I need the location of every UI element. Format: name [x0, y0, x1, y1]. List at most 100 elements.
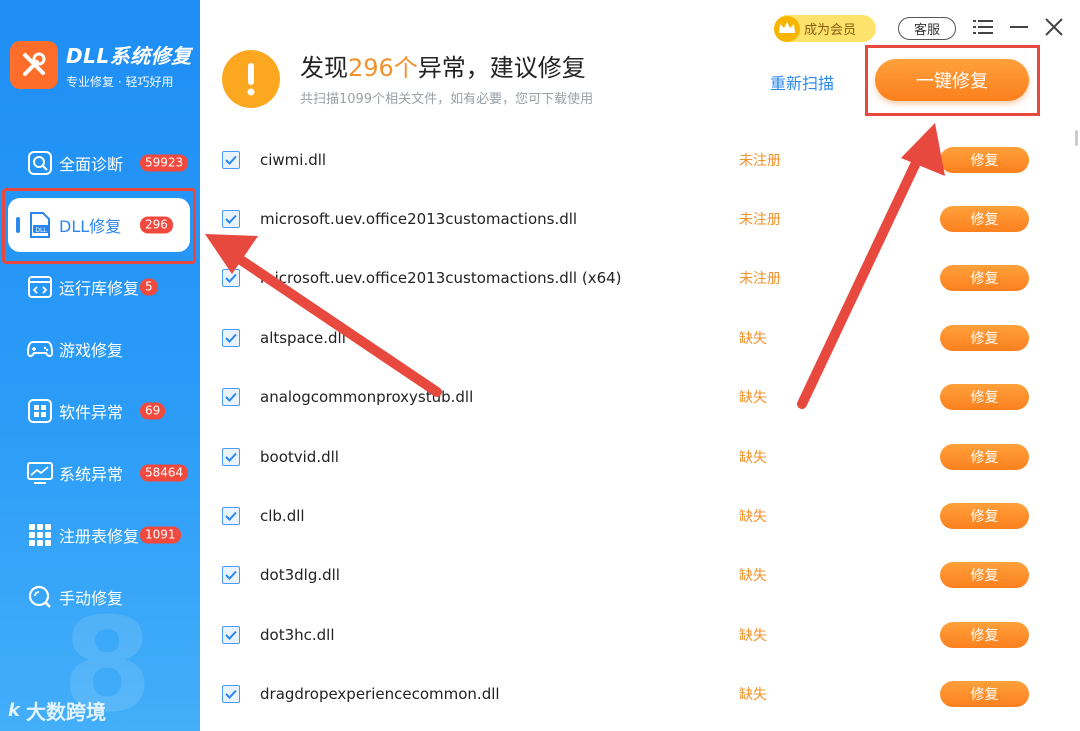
row-checkbox[interactable] [222, 328, 240, 347]
file-name: analogcommonproxystub.dll [260, 388, 474, 407]
table-row: microsoft.uev.office2013customactions.dl… [200, 189, 1080, 248]
fix-button[interactable]: 修复 [940, 621, 1029, 648]
count-badge: 58464 [140, 464, 189, 482]
sidebar-item-label: 系统异常 [59, 465, 124, 484]
row-checkbox[interactable] [222, 388, 240, 407]
file-status: 缺失 [739, 627, 767, 644]
app-grid-icon [27, 398, 53, 424]
count-badge: 59923 [140, 154, 189, 172]
file-status: 未注册 [739, 152, 781, 169]
sidebar-item-label: 注册表修复 [59, 527, 140, 546]
file-name: clb.dll [260, 507, 305, 526]
crown-icon [772, 14, 802, 44]
sidebar-item-label: 软件异常 [59, 403, 124, 422]
scrollbar-thumb[interactable] [1075, 130, 1078, 146]
fix-all-button[interactable]: 一键修复 [875, 59, 1029, 101]
row-checkbox[interactable] [222, 447, 240, 466]
sidebar-item-label: 运行库修复 [59, 279, 140, 298]
vip-button[interactable]: 成为会员 [774, 15, 876, 42]
fix-button[interactable]: 修复 [940, 146, 1029, 173]
sidebar: DLL系统修复 专业修复 · 轻巧好用 全面诊断 59923 DLL DLL修复… [0, 0, 200, 731]
customer-service-button[interactable]: 客服 [898, 17, 956, 40]
file-status: 未注册 [739, 271, 781, 288]
minimize-icon[interactable] [1006, 14, 1032, 40]
sidebar-item-registry-repair[interactable]: 注册表修复 1091 [0, 504, 200, 566]
file-status: 缺失 [739, 509, 767, 526]
sidebar-item-system-exception[interactable]: 系统异常 58464 [0, 442, 200, 504]
table-row: microsoft.uev.office2013customactions.dl… [200, 249, 1080, 308]
watermark-mark: k [8, 700, 20, 721]
table-row: dragdropexperiencecommon.dll 缺失 修复 [200, 665, 1080, 724]
file-name: altspace.dll [260, 328, 346, 347]
table-row: bootvid.dll 缺失 修复 [200, 427, 1080, 486]
table-row: clb.dll 缺失 修复 [200, 486, 1080, 545]
fix-button[interactable]: 修复 [940, 324, 1029, 351]
file-name: microsoft.uev.office2013customactions.dl… [260, 269, 622, 288]
file-name: ciwmi.dll [260, 150, 327, 169]
warning-icon [222, 50, 280, 108]
table-row: ciwmi.dll 未注册 修复 [200, 130, 1080, 189]
code-window-icon [27, 274, 53, 300]
file-name: dot3hc.dll [260, 625, 335, 644]
brand-title: DLL系统修复 [66, 44, 192, 68]
file-status: 缺失 [739, 568, 767, 585]
file-status: 缺失 [739, 390, 767, 407]
vip-label: 成为会员 [804, 23, 857, 38]
rescan-link[interactable]: 重新扫描 [770, 70, 834, 94]
sidebar-nav: 全面诊断 59923 DLL DLL修复 296 运行库修复 5 游戏修复 软件… [0, 132, 200, 628]
svg-text:DLL: DLL [35, 227, 47, 234]
file-status: 缺失 [739, 330, 767, 347]
fix-button[interactable]: 修复 [940, 443, 1029, 470]
gamepad-icon [27, 336, 53, 362]
table-row: analogcommonproxystub.dll 缺失 修复 [200, 368, 1080, 427]
manual-search-icon [27, 584, 53, 610]
row-checkbox[interactable] [222, 507, 240, 526]
watermark-logo: k 大数跨境 [8, 696, 106, 725]
row-checkbox[interactable] [222, 625, 240, 644]
close-icon[interactable] [1041, 14, 1067, 40]
fix-button[interactable]: 修复 [940, 681, 1029, 708]
count-badge: 69 [140, 402, 166, 420]
watermark-text: 大数跨境 [25, 700, 106, 724]
fix-button[interactable]: 修复 [940, 265, 1029, 292]
sidebar-item-full-diagnosis[interactable]: 全面诊断 59923 [0, 132, 200, 194]
count-badge: 5 [140, 278, 158, 296]
anomaly-count: 296个 [348, 54, 418, 82]
file-status: 缺失 [739, 449, 767, 466]
sidebar-item-label: DLL修复 [59, 217, 122, 236]
sidebar-item-label: 游戏修复 [59, 341, 124, 360]
menu-icon[interactable] [970, 14, 996, 40]
table-row: altspace.dll 缺失 修复 [200, 308, 1080, 367]
active-indicator [16, 217, 20, 233]
sidebar-item-game-repair[interactable]: 游戏修复 [0, 318, 200, 380]
fix-button[interactable]: 修复 [940, 206, 1029, 233]
brand: DLL系统修复 专业修复 · 轻巧好用 [10, 40, 192, 90]
row-checkbox[interactable] [222, 566, 240, 585]
fix-button[interactable]: 修复 [940, 562, 1029, 589]
wrench-screwdriver-logo-icon [10, 41, 58, 89]
row-checkbox[interactable] [222, 685, 240, 704]
dll-file-icon: DLL [27, 212, 53, 238]
file-status: 缺失 [739, 687, 767, 704]
file-name: dragdropexperiencecommon.dll [260, 685, 500, 704]
row-checkbox[interactable] [222, 269, 240, 288]
count-badge: 1091 [140, 526, 181, 544]
fix-button[interactable]: 修复 [940, 503, 1029, 530]
count-badge: 296 [140, 216, 173, 234]
registry-grid-icon [27, 522, 53, 548]
file-status: 未注册 [739, 212, 781, 229]
page-title: 发现296个异常，建议修复 [300, 54, 586, 82]
file-name: dot3dlg.dll [260, 566, 340, 585]
monitor-chart-icon [27, 460, 53, 486]
sidebar-item-runtime-repair[interactable]: 运行库修复 5 [0, 256, 200, 318]
sidebar-item-label: 全面诊断 [59, 155, 124, 174]
row-checkbox[interactable] [222, 150, 240, 169]
file-name: bootvid.dll [260, 447, 339, 466]
sidebar-item-dll-repair[interactable]: DLL DLL修复 296 [0, 188, 200, 264]
row-checkbox[interactable] [222, 210, 240, 229]
file-name: microsoft.uev.office2013customactions.dl… [260, 210, 578, 229]
dll-issue-list: ciwmi.dll 未注册 修复 microsoft.uev.office201… [200, 130, 1080, 731]
fix-button[interactable]: 修复 [940, 384, 1029, 411]
search-icon [27, 150, 53, 176]
sidebar-item-software-exception[interactable]: 软件异常 69 [0, 380, 200, 442]
